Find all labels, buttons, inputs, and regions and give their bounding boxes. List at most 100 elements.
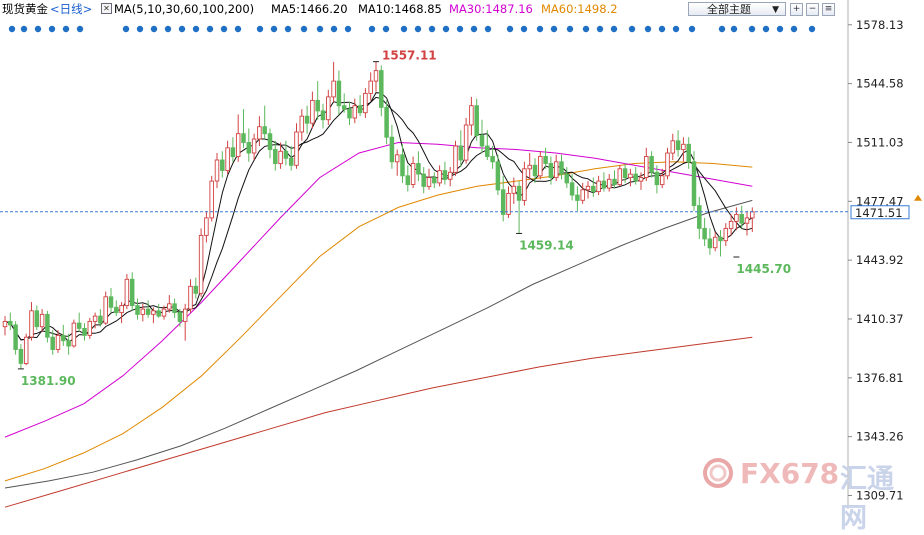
event-dot bbox=[470, 25, 478, 33]
event-dot bbox=[368, 25, 376, 33]
candle-body bbox=[511, 185, 517, 194]
event-dot bbox=[234, 25, 242, 33]
candle-body bbox=[670, 140, 676, 154]
candle-body bbox=[633, 173, 638, 182]
candle-body bbox=[453, 145, 458, 173]
candle-body bbox=[675, 140, 681, 151]
candle-body bbox=[707, 238, 713, 249]
candle-body bbox=[283, 150, 289, 159]
candle-body bbox=[45, 313, 50, 338]
price-annotations: 1557.11 1459.14 1445.70 1381.90 bbox=[17, 49, 791, 388]
candle-body bbox=[384, 106, 389, 138]
candle-body bbox=[750, 211, 755, 219]
candle-body bbox=[315, 99, 320, 112]
event-dot bbox=[596, 25, 604, 33]
candle-body bbox=[71, 322, 77, 347]
candle-body bbox=[421, 173, 426, 187]
candle-body bbox=[299, 115, 305, 133]
candle-body bbox=[34, 310, 40, 328]
candle-body bbox=[220, 159, 225, 171]
event-dot bbox=[76, 25, 84, 33]
candle-body bbox=[198, 234, 204, 294]
watermark-brand: FX678 bbox=[740, 457, 840, 490]
price-annotation: 1459.14 bbox=[519, 238, 574, 252]
candle-body bbox=[225, 147, 230, 172]
candle-body bbox=[538, 156, 543, 177]
candle-body bbox=[76, 322, 82, 329]
moving-averages bbox=[4, 92, 753, 508]
watermark-cn: 汇通网 bbox=[840, 464, 894, 534]
candle-body bbox=[463, 124, 469, 161]
candle-body bbox=[681, 143, 686, 151]
candle-body bbox=[628, 173, 633, 179]
candle-body bbox=[437, 170, 442, 184]
candle-body bbox=[92, 315, 98, 322]
event-dot bbox=[220, 25, 228, 33]
y-tick-label: 1443.92 bbox=[856, 253, 904, 267]
candle-body bbox=[357, 105, 363, 114]
candle-body bbox=[182, 308, 188, 322]
candle-body bbox=[522, 168, 527, 201]
event-dot bbox=[520, 25, 528, 33]
candle-body bbox=[29, 310, 34, 338]
candle-body bbox=[135, 305, 140, 315]
candle-body bbox=[304, 115, 310, 124]
candle-body bbox=[564, 173, 570, 184]
candle-body bbox=[548, 163, 554, 178]
candle-body bbox=[55, 334, 61, 350]
candle-body bbox=[394, 154, 400, 163]
candle-body bbox=[114, 306, 119, 314]
price-annotation: 1445.70 bbox=[736, 262, 791, 276]
candle-body bbox=[66, 340, 71, 347]
candle-body bbox=[718, 236, 723, 242]
candle-body bbox=[543, 156, 548, 164]
current-price-marker: 1471.51 bbox=[0, 194, 922, 220]
ma10-line bbox=[4, 96, 753, 341]
candle-body bbox=[145, 308, 151, 315]
candle-body bbox=[506, 192, 511, 215]
candle-body bbox=[320, 110, 326, 121]
candle-body bbox=[479, 135, 485, 147]
candle-body bbox=[617, 168, 623, 186]
candle-body bbox=[8, 320, 13, 326]
event-dot bbox=[48, 25, 56, 33]
y-tick-label: 1376.81 bbox=[856, 371, 904, 385]
event-dot bbox=[748, 25, 756, 33]
candle-body bbox=[458, 145, 464, 161]
candle-body bbox=[39, 313, 45, 328]
price-annotation: 1557.11 bbox=[382, 49, 437, 63]
event-dot bbox=[270, 25, 278, 33]
event-dot bbox=[776, 25, 784, 33]
candle-body bbox=[442, 170, 448, 180]
event-dot bbox=[730, 25, 738, 33]
event-dot bbox=[442, 25, 450, 33]
candle-body bbox=[410, 163, 416, 185]
candle-body bbox=[686, 143, 691, 163]
ma200-line bbox=[4, 336, 753, 508]
candle-body bbox=[172, 303, 177, 314]
candle-body bbox=[82, 327, 87, 336]
event-dot bbox=[34, 25, 42, 33]
y-axis: 1578.131544.581511.031477.471443.921410.… bbox=[848, 18, 904, 502]
candle-body bbox=[278, 150, 283, 165]
candle-body bbox=[734, 213, 739, 222]
candle-body bbox=[432, 177, 437, 184]
candle-body bbox=[644, 156, 649, 178]
event-dot bbox=[136, 25, 144, 33]
price-annotation: 1381.90 bbox=[21, 374, 76, 388]
event-dot bbox=[178, 25, 186, 33]
event-dot bbox=[628, 25, 636, 33]
current-price-label: 1471.51 bbox=[855, 206, 903, 220]
candle-body bbox=[50, 336, 55, 350]
candle-body bbox=[500, 189, 506, 215]
candle-body bbox=[214, 159, 220, 182]
candles bbox=[2, 61, 755, 369]
ma30-line bbox=[4, 141, 753, 438]
candle-body bbox=[331, 80, 336, 98]
event-dot bbox=[536, 25, 544, 33]
candle-body bbox=[474, 105, 479, 136]
event-dot bbox=[566, 25, 574, 33]
candle-body bbox=[140, 308, 146, 315]
candle-body bbox=[336, 80, 342, 107]
event-dot bbox=[122, 25, 130, 33]
